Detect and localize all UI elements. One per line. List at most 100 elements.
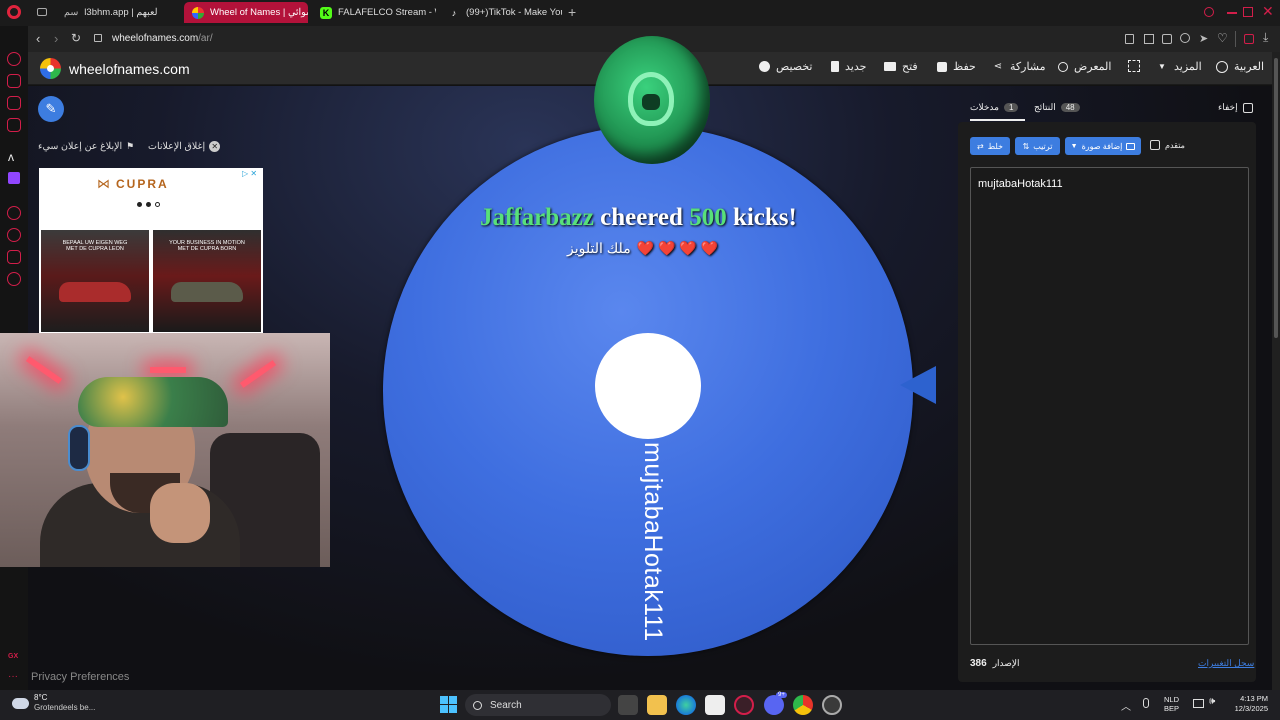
show-hidden-icons[interactable]: ︿ — [1121, 698, 1131, 713]
brand-name[interactable]: wheelofnames.com — [69, 61, 190, 77]
maximize-icon[interactable] — [1243, 7, 1253, 17]
hide-ads-link[interactable]: إغلاق الإعلانات ✕ — [148, 141, 221, 152]
cloud-sun-icon — [12, 697, 29, 709]
kick-sidebar-icon[interactable]: ʌ — [8, 150, 14, 164]
wallet-icon[interactable] — [1244, 34, 1254, 44]
tab-label: FALAFELCO Stream - Wa — [338, 7, 436, 18]
language-indicator[interactable]: NLD BEP — [1164, 695, 1179, 713]
volume-icon[interactable]: 🕪 — [1209, 696, 1215, 707]
gx-icon[interactable]: GX — [8, 653, 18, 660]
nav-new[interactable]: جديد — [831, 60, 866, 73]
wheel-pointer-icon — [900, 366, 936, 404]
entries-textarea[interactable]: mujtabaHotak111 — [970, 167, 1249, 645]
store-icon[interactable] — [705, 695, 725, 715]
clock-icon[interactable] — [7, 228, 21, 242]
advanced-toggle[interactable]: متقدم — [1150, 140, 1185, 150]
close-icon[interactable]: ✕ — [1262, 3, 1274, 20]
reload-icon[interactable]: ↻ — [71, 31, 81, 45]
tab-falafelco[interactable]: K FALAFELCO Stream - Wa — [312, 2, 436, 23]
wheel-center-hub[interactable] — [595, 333, 701, 439]
chrome-icon[interactable] — [793, 695, 813, 715]
weather-widget[interactable]: 8°C Grotendeels be... — [12, 693, 95, 713]
tab-entries[interactable]: مدخلات 1 — [970, 102, 1025, 121]
nav-fullscreen[interactable] — [1128, 60, 1140, 72]
report-ad-link[interactable]: الإبلاغ عن إعلان سيء ⚑ — [38, 141, 134, 152]
sort-icon: ⇅ — [1022, 141, 1030, 151]
cheer-unit: kicks! — [732, 204, 797, 231]
discord-icon[interactable] — [764, 695, 784, 715]
back-icon[interactable]: ‹ — [36, 31, 40, 46]
opera-logo-icon[interactable] — [7, 5, 21, 19]
ad-card-born[interactable]: YOUR BUSINESS IN MOTION MET DE CUPRA BOR… — [153, 230, 261, 332]
downloads-icon[interactable]: ⤓ — [1263, 30, 1268, 45]
ad-carousel-dots[interactable] — [137, 202, 160, 207]
settings-icon[interactable] — [7, 272, 21, 286]
minimize-icon[interactable] — [1227, 12, 1237, 14]
nav-save[interactable]: حفظ — [937, 60, 976, 73]
messenger-icon[interactable] — [7, 96, 21, 110]
clock[interactable]: 4:13 PM 12/3/2025 — [1230, 694, 1268, 714]
ad-card-leon[interactable]: BEPAAL UW EIGEN WEG MET DE CUPRA LEON — [41, 230, 149, 332]
aria-icon[interactable] — [7, 52, 21, 66]
extension-icon[interactable] — [1125, 34, 1134, 44]
more-icon[interactable]: ··· — [8, 671, 18, 682]
url-field[interactable]: wheelofnames.com/ar/ — [112, 33, 213, 44]
file-explorer-icon[interactable] — [647, 695, 667, 715]
tab-results[interactable]: النتائج 48 — [1034, 102, 1080, 113]
app-icon[interactable] — [822, 695, 842, 715]
shuffle-button[interactable]: ⇄ خلط — [970, 137, 1010, 155]
new-tab-button[interactable]: + — [568, 4, 580, 20]
page-scrollbar[interactable] — [1272, 52, 1280, 690]
hide-toggle[interactable]: إخفاء — [1218, 102, 1253, 113]
extensions-icon[interactable] — [7, 250, 21, 264]
privacy-preferences-link[interactable]: Privacy Preferences — [31, 671, 129, 683]
nav-open[interactable]: فتح — [884, 60, 918, 73]
chevron-down-icon: ▼ — [1158, 62, 1166, 71]
task-view-icon[interactable] — [618, 695, 638, 715]
ad-banner[interactable]: ▷ ✕ ⋈ CUPRA BEPAAL UW EIGEN WEG MET DE C… — [39, 168, 263, 334]
changelog-link[interactable]: سجل التغييرات — [1198, 658, 1254, 669]
mic-icon[interactable] — [1143, 698, 1149, 708]
player-icon[interactable] — [7, 74, 21, 88]
tab-tiktok[interactable]: ♪ (99+)TikTok - Make Your — [440, 2, 562, 23]
search-tabs-icon[interactable] — [1204, 7, 1214, 17]
nav-language[interactable]: العربية — [1216, 60, 1264, 73]
twitch-icon[interactable] — [8, 172, 20, 184]
network-icon[interactable] — [1193, 699, 1204, 708]
adblock-icon[interactable] — [1162, 34, 1172, 44]
tab-wheel-of-names[interactable]: Wheel of Names | عشوائي — [184, 2, 308, 23]
nav-more[interactable]: ▼ المزيد — [1156, 60, 1202, 73]
nav-share[interactable]: ⋖ مشاركة — [992, 60, 1046, 73]
start-button[interactable] — [440, 696, 457, 713]
forward-icon[interactable]: › — [54, 31, 58, 46]
adchoices-icon[interactable]: ▷ ✕ — [242, 169, 257, 178]
nav-customize[interactable]: تخصيص — [759, 60, 813, 73]
sort-button[interactable]: ⇅ ترتيب — [1015, 137, 1060, 155]
add-image-button[interactable]: ▼ إضافة صورة — [1065, 137, 1141, 155]
send-icon[interactable]: ➤ — [1199, 32, 1208, 45]
advanced-checkbox[interactable] — [1150, 140, 1160, 150]
browser-tab-bar: سم l3bhm.app | لعبهم Wheel of Names | عش… — [0, 0, 1280, 26]
tab-label: l3bhm.app | لعبهم — [84, 7, 158, 18]
url-path: /ar/ — [198, 33, 213, 44]
hide-checkbox[interactable] — [1242, 102, 1253, 113]
heart-icon[interactable]: ♡ — [1217, 31, 1228, 45]
edit-title-button[interactable]: ✎ — [38, 96, 64, 122]
edge-icon[interactable] — [676, 695, 696, 715]
results-count-badge: 48 — [1060, 103, 1080, 112]
tab-l3bhm[interactable]: سم l3bhm.app | لعبهم — [56, 2, 178, 23]
taskbar-search[interactable]: Search — [465, 694, 611, 716]
nav-gallery[interactable]: المعرض — [1058, 60, 1111, 73]
entries-count-badge: 1 — [1003, 103, 1019, 112]
opera-gx-taskbar-icon[interactable] — [734, 695, 754, 715]
history-icon[interactable] — [7, 206, 21, 220]
tab-label: (99+)TikTok - Make Your — [466, 7, 562, 18]
tiktok-favicon-icon: ♪ — [451, 7, 457, 18]
skull-coin-icon — [594, 36, 710, 164]
snapshot-icon[interactable] — [1144, 34, 1154, 44]
tab-overview-icon[interactable] — [37, 8, 47, 16]
download-icon[interactable] — [1180, 33, 1190, 43]
instagram-icon[interactable] — [7, 118, 21, 132]
palette-icon — [759, 61, 770, 72]
wheel-logo-icon[interactable] — [40, 58, 61, 79]
